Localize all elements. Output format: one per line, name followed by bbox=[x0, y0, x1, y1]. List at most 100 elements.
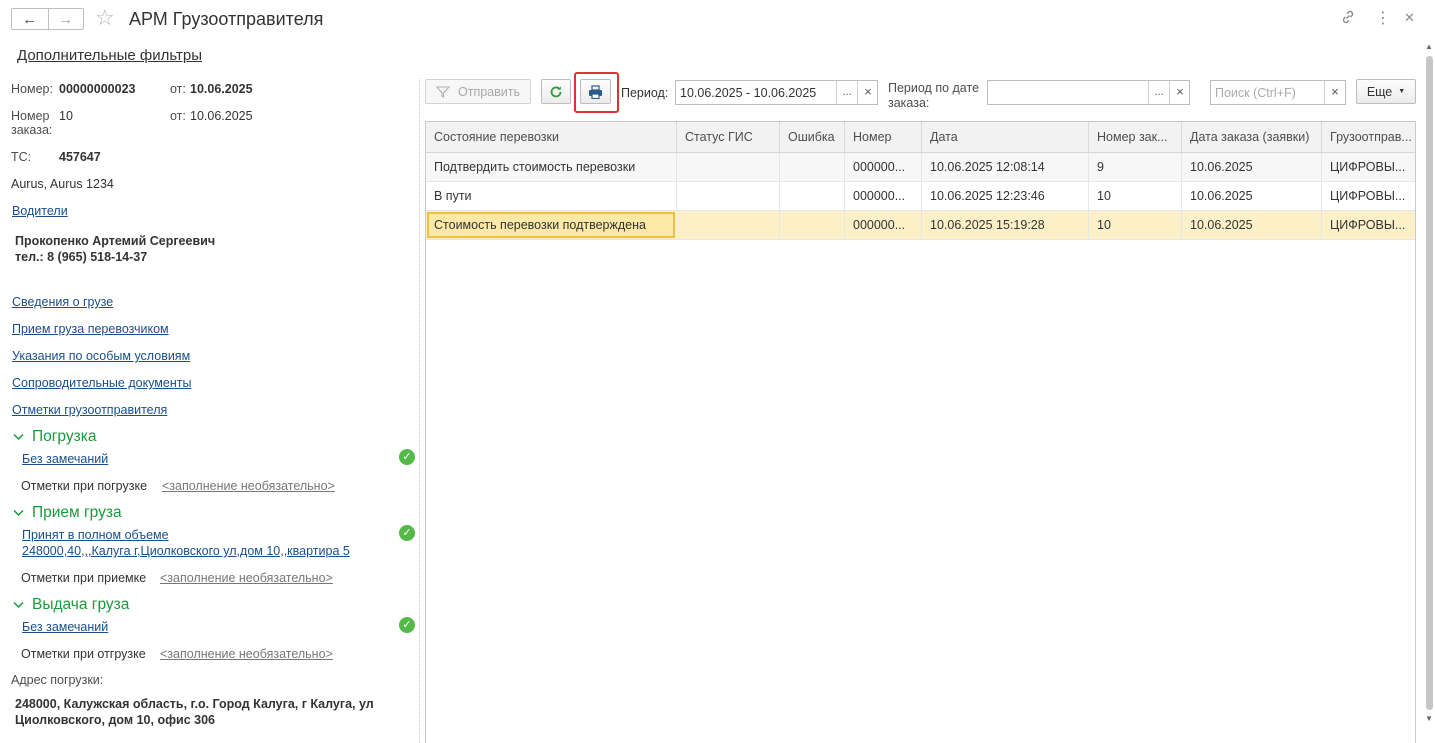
cell-date: 10.06.2025 12:23:46 bbox=[922, 182, 1089, 210]
delivery-group-header[interactable]: Выдача груза bbox=[13, 596, 129, 614]
cell-error bbox=[780, 211, 845, 239]
loading-status-link[interactable]: Без замечаний bbox=[22, 452, 108, 466]
loading-group-header[interactable]: Погрузка bbox=[13, 428, 96, 446]
order-period-label-line1: Период по дате bbox=[888, 81, 980, 95]
period-select-button[interactable]: ... bbox=[836, 81, 857, 104]
column-header-date[interactable]: Дата bbox=[922, 122, 1089, 153]
column-header-number[interactable]: Номер bbox=[845, 122, 922, 153]
cell-number: 000000... bbox=[845, 211, 922, 239]
accompanying-docs-link[interactable]: Сопроводительные документы bbox=[12, 376, 191, 390]
cell-shipper: ЦИФРОВЫ... bbox=[1330, 218, 1406, 232]
more-options-icon[interactable]: ⋮ bbox=[1375, 8, 1391, 28]
table-row[interactable]: Подтвердить стоимость перевозки 000000..… bbox=[426, 153, 1415, 182]
receiving-address-link[interactable]: 248000,40,,,Калуга г,Циолковского ул,дом… bbox=[22, 544, 350, 558]
date-value: 10.06.2025 bbox=[190, 82, 253, 96]
loading-address-label: Адрес погрузки: bbox=[11, 673, 104, 687]
back-button[interactable]: ← bbox=[12, 9, 48, 29]
print-button-highlight bbox=[574, 72, 619, 113]
column-header-order-date[interactable]: Дата заказа (заявки) bbox=[1182, 122, 1322, 153]
driver-name: Прокопенко Артемий Сергеевич bbox=[15, 234, 216, 248]
column-header-error[interactable]: Ошибка bbox=[780, 122, 845, 153]
delivery-status-link[interactable]: Без замечаний bbox=[22, 620, 108, 634]
more-button[interactable]: Еще ▼ bbox=[1356, 79, 1416, 104]
number-label: Номер: bbox=[11, 82, 53, 96]
additional-filters-link[interactable]: Дополнительные фильтры bbox=[17, 47, 202, 64]
order-period-select-button[interactable]: ... bbox=[1148, 81, 1169, 104]
receiving-group-header[interactable]: Прием груза bbox=[13, 504, 122, 522]
close-icon[interactable]: ✕ bbox=[1404, 10, 1415, 26]
period-value: 10.06.2025 - 10.06.2025 bbox=[680, 86, 817, 100]
cell-number: 000000... bbox=[845, 182, 922, 210]
panel-divider[interactable] bbox=[419, 78, 420, 743]
receiving-group-title: Прием груза bbox=[32, 504, 122, 521]
delivery-group-title: Выдача груза bbox=[32, 596, 130, 613]
number-value: 00000000023 bbox=[59, 82, 136, 96]
check-icon: ✓ bbox=[399, 449, 415, 465]
cell-state: Подтвердить стоимость перевозки bbox=[426, 153, 677, 181]
cargo-info-link[interactable]: Сведения о грузе bbox=[12, 295, 113, 309]
order-number-value: 10 bbox=[59, 109, 73, 123]
vehicle-label: ТС: bbox=[11, 150, 32, 164]
loading-address-line1: 248000, Калужская область, г.о. Город Ка… bbox=[15, 697, 374, 711]
receiving-status-link[interactable]: Принят в полном объеме bbox=[22, 528, 169, 542]
special-conditions-link[interactable]: Указания по особым условиям bbox=[12, 349, 190, 363]
table-row-selected[interactable]: Стоимость перевозки подтверждена 000000.… bbox=[426, 211, 1415, 240]
cell-shipper: ЦИФРОВЫ... bbox=[1330, 189, 1406, 203]
date-label: от: bbox=[170, 82, 186, 96]
column-header-shipper[interactable]: Грузоотправ... bbox=[1322, 122, 1415, 153]
column-header-gis-status[interactable]: Статус ГИС bbox=[677, 122, 780, 153]
favorite-star-icon[interactable]: ☆ bbox=[95, 6, 115, 30]
cell-state: Стоимость перевозки подтверждена bbox=[434, 218, 646, 232]
table-row[interactable]: В пути 000000... 10.06.2025 12:23:46 10 … bbox=[426, 182, 1415, 211]
column-header-order-number[interactable]: Номер зак... bbox=[1089, 122, 1182, 153]
table-header: Состояние перевозки Статус ГИС Ошибка Но… bbox=[426, 122, 1415, 153]
loading-notes-value[interactable]: <заполнение необязательно> bbox=[162, 479, 335, 493]
order-number-label: Номер заказа: bbox=[11, 109, 53, 137]
vehicle-number: 457647 bbox=[59, 150, 101, 164]
vehicle-model: Aurus, Aurus 1234 bbox=[11, 177, 114, 191]
navigation-group: ← → bbox=[11, 8, 84, 30]
chevron-down-icon bbox=[13, 429, 24, 444]
order-period-label: Период по дате заказа: bbox=[888, 81, 979, 111]
forward-button[interactable]: → bbox=[47, 9, 84, 29]
cell-order-number: 9 bbox=[1089, 153, 1182, 181]
shipments-table: Состояние перевозки Статус ГИС Ошибка Но… bbox=[425, 121, 1416, 743]
drivers-link[interactable]: Водители bbox=[12, 204, 68, 218]
dropdown-arrow-icon: ▼ bbox=[1398, 88, 1406, 95]
arrow-left-icon: ← bbox=[22, 10, 38, 28]
send-button[interactable]: Отправить bbox=[425, 79, 531, 104]
scroll-up-arrow-icon[interactable]: ▲ bbox=[1425, 42, 1433, 51]
more-button-label: Еще bbox=[1366, 84, 1393, 99]
order-period-field[interactable]: ... × bbox=[987, 80, 1190, 105]
column-header-state[interactable]: Состояние перевозки bbox=[426, 122, 677, 153]
period-field[interactable]: 10.06.2025 - 10.06.2025 ... × bbox=[675, 80, 878, 105]
link-icon[interactable] bbox=[1340, 9, 1356, 30]
cell-order-date: 10.06.2025 bbox=[1182, 153, 1322, 181]
cell-error bbox=[780, 153, 845, 181]
order-period-clear-button[interactable]: × bbox=[1169, 81, 1190, 104]
receiving-notes-label: Отметки при приемке bbox=[21, 571, 147, 585]
cell-gis-status bbox=[677, 182, 780, 210]
period-clear-button[interactable]: × bbox=[857, 81, 878, 104]
period-label: Период: bbox=[621, 86, 669, 100]
receiving-notes-value[interactable]: <заполнение необязательно> bbox=[160, 571, 333, 585]
delivery-notes-value[interactable]: <заполнение необязательно> bbox=[160, 647, 333, 661]
cell-date: 10.06.2025 12:08:14 bbox=[922, 153, 1089, 181]
cell-state: В пути bbox=[426, 182, 677, 210]
cell-order-date: 10.06.2025 bbox=[1182, 182, 1322, 210]
scroll-down-arrow-icon[interactable]: ▼ bbox=[1425, 714, 1433, 723]
send-button-label: Отправить bbox=[458, 84, 520, 99]
cargo-acceptance-link[interactable]: Прием груза перевозчиком bbox=[12, 322, 169, 336]
cell-number: 000000... bbox=[845, 153, 922, 181]
scrollbar-thumb[interactable] bbox=[1426, 56, 1433, 710]
refresh-button[interactable] bbox=[541, 79, 571, 104]
page-scrollbar[interactable]: ▲ ▼ bbox=[1423, 42, 1435, 743]
search-clear-button[interactable]: × bbox=[1324, 81, 1345, 104]
shipper-notes-link[interactable]: Отметки грузоотправителя bbox=[12, 403, 167, 417]
cell-date: 10.06.2025 15:19:28 bbox=[922, 211, 1089, 239]
delivery-notes-label: Отметки при отгрузке bbox=[21, 647, 146, 661]
refresh-icon bbox=[549, 85, 563, 99]
cell-gis-status bbox=[677, 153, 780, 181]
order-period-label-line2: заказа: bbox=[888, 96, 930, 110]
search-input[interactable]: Поиск (Ctrl+F) × bbox=[1210, 80, 1346, 105]
